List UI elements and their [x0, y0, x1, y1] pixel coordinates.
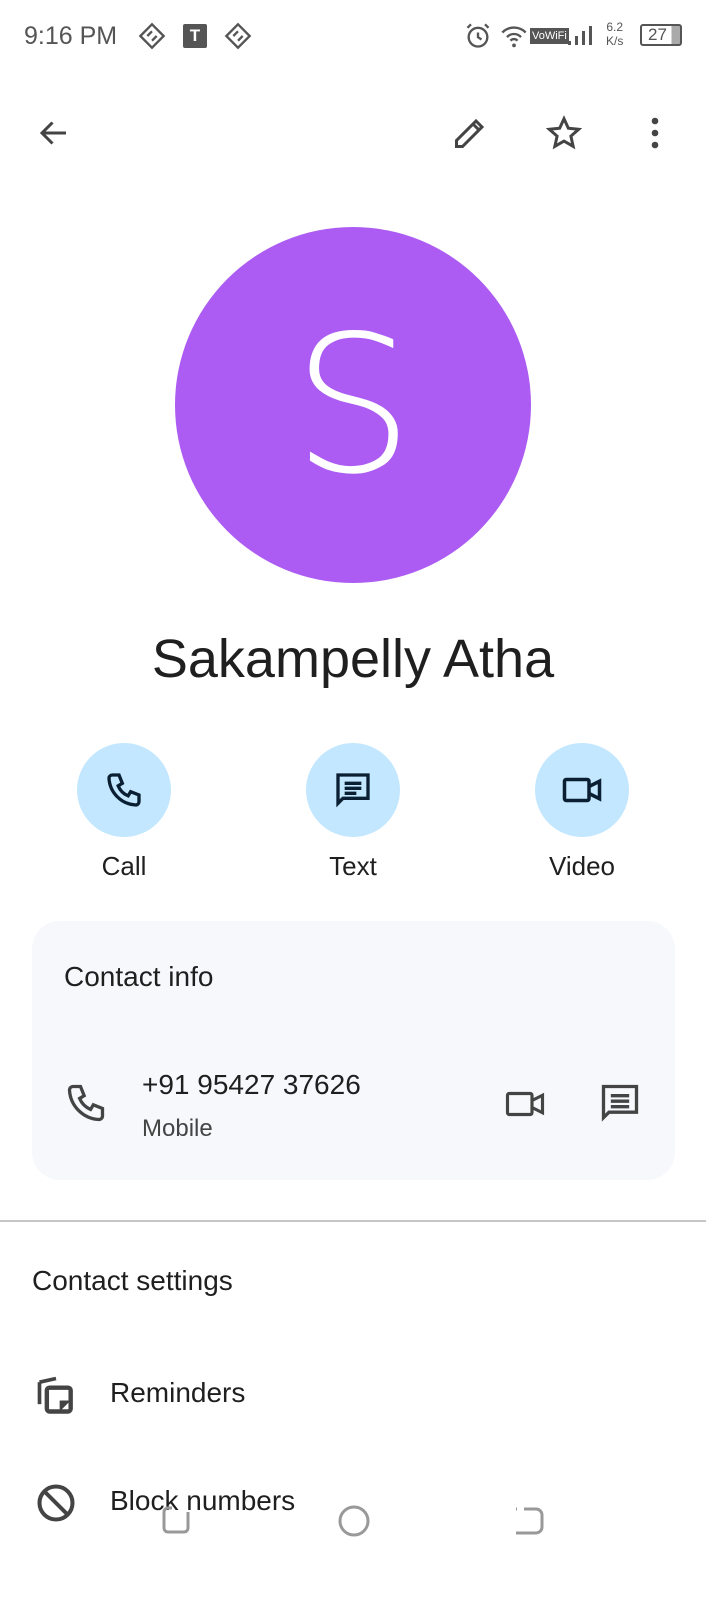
more-options-button[interactable] [637, 115, 673, 156]
block-numbers-label: Block numbers [110, 1485, 296, 1516]
status-time: 9:16 PM [24, 22, 118, 50]
block-icon [34, 1481, 78, 1530]
contact-info-title: Contact info [64, 961, 214, 992]
favorite-star-button[interactable] [545, 115, 583, 156]
home-nav-button[interactable] [336, 1503, 372, 1544]
text-label: Text [329, 851, 377, 881]
t-notification-icon: T [183, 24, 207, 48]
signal-icon [566, 24, 594, 53]
video-call-number-button[interactable] [504, 1083, 546, 1130]
phone-icon [77, 743, 171, 837]
phone-icon [64, 1081, 108, 1130]
vowifi-badge: VoWiFi [530, 28, 569, 44]
app-notification-icon [138, 22, 166, 57]
battery-indicator: 27 [640, 24, 682, 46]
video-label: Video [548, 851, 616, 881]
text-action-button[interactable]: Text [283, 743, 423, 882]
status-bar: 9:16 PM T VoWiFi 6.2 K/s 27 [0, 0, 720, 72]
contact-avatar: S [175, 227, 531, 583]
alarm-icon [464, 22, 492, 57]
recents-nav-button[interactable] [160, 1502, 192, 1543]
contact-settings-title: Contact settings [32, 1265, 233, 1296]
reminders-item[interactable]: Reminders [0, 1355, 706, 1435]
video-action-button[interactable]: Video [512, 743, 652, 882]
reminders-icon [34, 1373, 78, 1422]
call-label: Call [101, 851, 147, 881]
phone-number[interactable]: +91 95427 37626 [142, 1069, 361, 1101]
back-button[interactable] [36, 115, 72, 156]
divider [0, 1220, 706, 1222]
reminders-label: Reminders [110, 1377, 246, 1408]
contact-name: Sakampelly Atha [151, 629, 555, 689]
speed-unit: K/s [606, 34, 624, 48]
video-icon [535, 743, 629, 837]
network-speed: 6.2 K/s [606, 20, 623, 48]
app-notification-icon [224, 22, 252, 57]
message-icon [306, 743, 400, 837]
edit-button[interactable] [452, 115, 488, 156]
speed-value: 6.2 [606, 20, 624, 34]
call-action-button[interactable]: Call [54, 743, 194, 882]
contact-info-card: Contact info +91 95427 37626 Mobile [32, 921, 675, 1180]
message-number-button[interactable] [598, 1081, 642, 1130]
wifi-icon [500, 24, 528, 55]
phone-type: Mobile [142, 1115, 213, 1142]
back-nav-button[interactable] [512, 1503, 546, 1542]
